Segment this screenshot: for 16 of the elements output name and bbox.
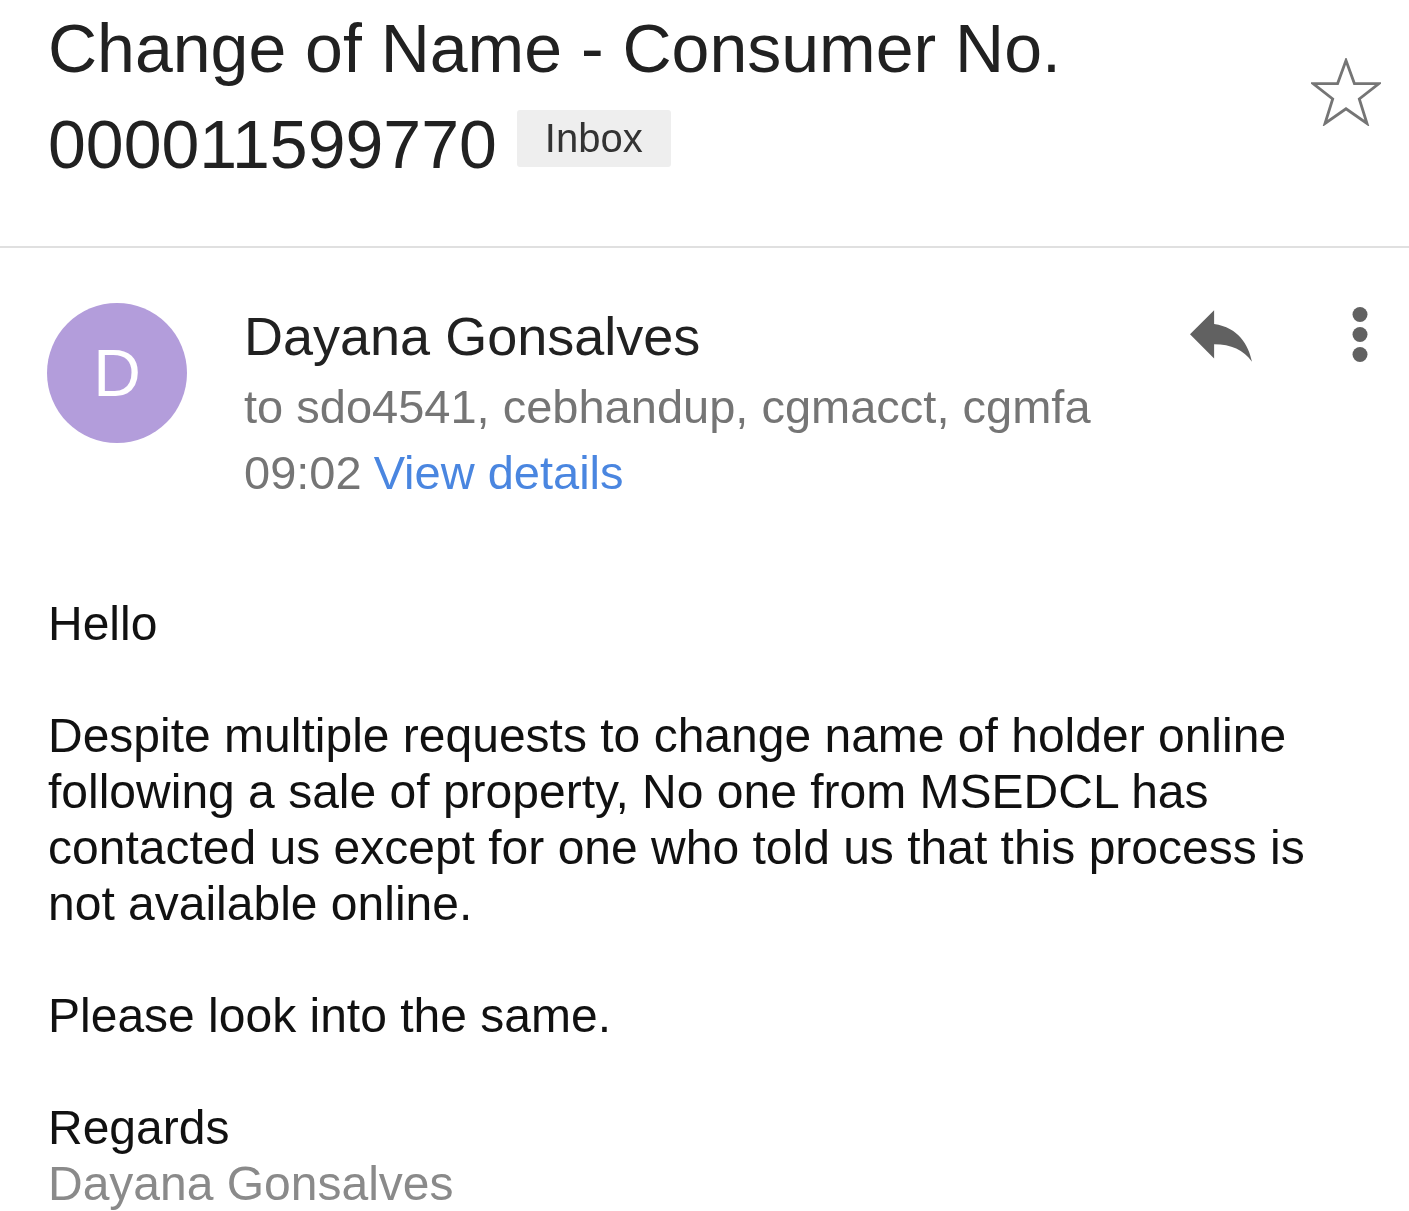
- email-subject: 000011599770: [48, 105, 497, 184]
- inbox-label: Inbox: [516, 109, 671, 167]
- recipients-text: to sdo4541, cebhandup, cgmacct, cgmfa: [244, 379, 1091, 435]
- message-time: 09:02: [244, 445, 362, 501]
- sender-name: Dayana Gonsalves: [244, 305, 701, 368]
- body-paragraph: Despite multiple requests to change name of holder online following a sale of property, No one from MSEDCL has contacted us except for one who told us that this process is not available online.: [48, 708, 1306, 932]
- kebab-menu-icon[interactable]: [1352, 307, 1368, 362]
- body-paragraph: Please look into the same.: [48, 988, 612, 1044]
- closing-text: Regards: [48, 1100, 231, 1156]
- sender-avatar: D: [47, 303, 187, 443]
- signature-text: Dayana Gonsalves: [48, 1156, 455, 1211]
- greeting-text: Hello: [48, 596, 159, 652]
- star-icon[interactable]: [1311, 58, 1381, 126]
- email-subject: Change of Name - Consumer No.: [48, 9, 1061, 88]
- reply-icon[interactable]: [1190, 310, 1252, 362]
- view-details-link[interactable]: View details: [373, 440, 624, 506]
